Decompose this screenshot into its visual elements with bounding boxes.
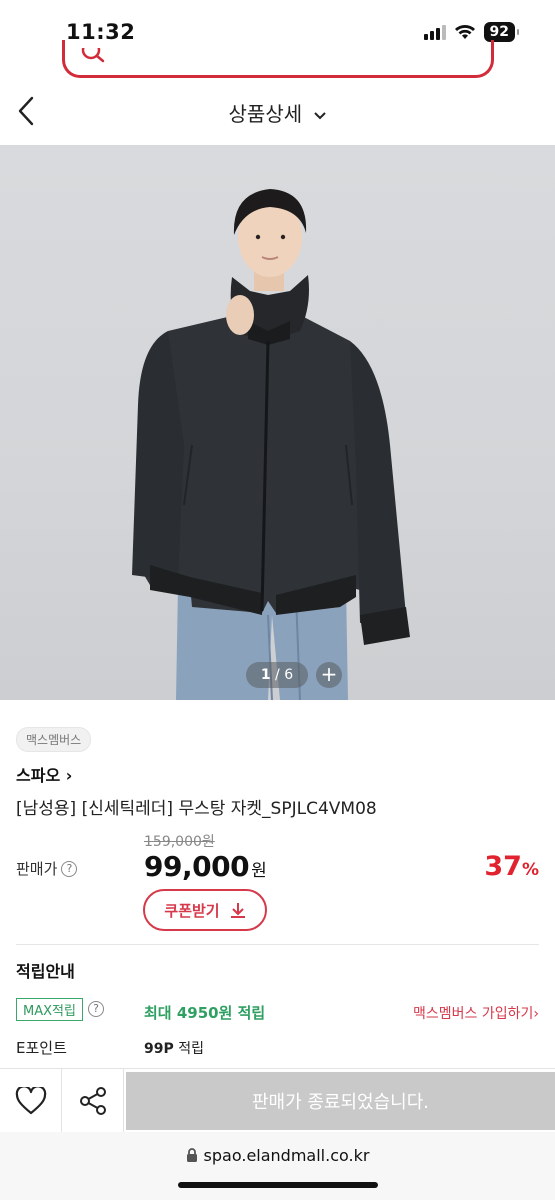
signal-icon xyxy=(423,24,446,40)
discount-rate: 37% xyxy=(484,851,539,882)
sale-price: 99,000 원 xyxy=(144,850,267,883)
page-title-dropdown[interactable]: 상품상세 xyxy=(0,98,555,127)
status-icons: 92 xyxy=(423,22,520,42)
share-button[interactable] xyxy=(62,1069,124,1133)
product-name: [남성용] [신세틱레더] 무스탕 자켓_SPJLC4VM08 xyxy=(16,799,377,819)
points-title: 적립안내 xyxy=(16,962,75,981)
page-header: 상품상세 xyxy=(0,84,555,142)
battery-indicator: 92 xyxy=(483,22,520,42)
browser-url-bar[interactable]: spao.elandmall.co.kr xyxy=(0,1132,555,1200)
max-points-badge: MAX적립 xyxy=(16,998,83,1021)
lock-icon xyxy=(186,1148,197,1162)
search-bar[interactable] xyxy=(62,40,494,78)
brand-link[interactable]: 스파오 › xyxy=(16,762,72,786)
product-photo xyxy=(132,189,410,700)
epoint-label: E포인트 xyxy=(16,1039,67,1057)
member-badge: 맥스멤버스 xyxy=(16,727,92,752)
price-label-group: 판매가 ? xyxy=(16,858,78,879)
heart-icon xyxy=(15,1087,46,1115)
join-membership-link[interactable]: 맥스멤버스 가입하기› xyxy=(413,1003,539,1023)
gallery-expand-button[interactable]: + xyxy=(316,662,342,688)
page-title: 상품상세 xyxy=(228,102,303,126)
home-indicator xyxy=(178,1182,378,1188)
url-display[interactable]: spao.elandmall.co.kr xyxy=(0,1146,555,1165)
original-price: 159,000원 xyxy=(144,834,215,850)
bottom-action-bar: 판매가 종료되었습니다. xyxy=(0,1068,555,1133)
coupon-download-button[interactable]: 쿠폰받기 xyxy=(143,889,267,931)
coupon-label: 쿠폰받기 xyxy=(164,901,220,920)
chevron-down-icon xyxy=(314,111,327,119)
product-image[interactable] xyxy=(0,145,555,700)
sold-out-button: 판매가 종료되었습니다. xyxy=(126,1072,555,1130)
help-icon[interactable]: ? xyxy=(61,860,78,877)
divider xyxy=(16,944,539,945)
price-label: 판매가 xyxy=(16,860,58,878)
search-icon xyxy=(81,48,105,63)
share-icon xyxy=(79,1087,106,1115)
wishlist-button[interactable] xyxy=(0,1069,62,1133)
max-points-value: 최대 4950원 적립 xyxy=(144,1004,266,1022)
epoint-value: 99P 적립 xyxy=(144,1041,204,1057)
url-text: spao.elandmall.co.kr xyxy=(203,1146,370,1165)
wifi-icon xyxy=(454,25,475,39)
download-icon xyxy=(230,903,245,918)
product-detail-page: 11:32 92 상품상세 1 / 6 + 맥스멤버스 스파오 › [남성용] … xyxy=(0,0,555,1200)
gallery-pager: 1 / 6 xyxy=(246,662,308,688)
help-icon[interactable]: ? xyxy=(88,1001,104,1017)
